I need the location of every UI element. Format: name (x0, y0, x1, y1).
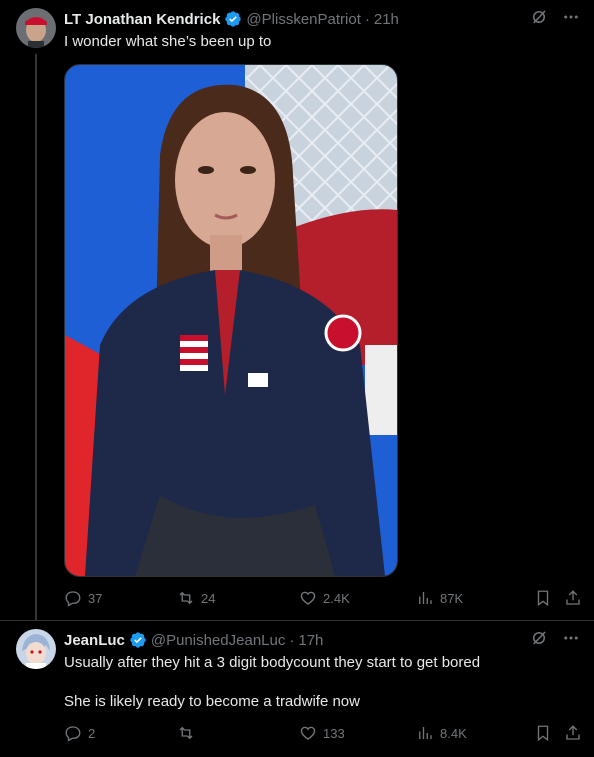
author-handle[interactable]: @PunishedJeanLuc (151, 632, 286, 649)
repost-icon (179, 591, 193, 605)
action-bar: 37 24 2.4K 87K (64, 589, 582, 611)
like-count: 133 (323, 725, 345, 741)
views-icon (419, 727, 432, 739)
tweet-text-line-2: She is likely ready to become a tradwife… (64, 693, 360, 710)
timestamp[interactable]: 21h (374, 11, 399, 28)
reply-count: 37 (88, 590, 103, 606)
more-icon[interactable] (562, 629, 580, 652)
separator-dot: · (289, 631, 295, 649)
views-button[interactable]: 8.4K (416, 724, 467, 742)
author-handle[interactable]: @PlisskenPatriot (246, 11, 360, 28)
separator-dot: · (364, 10, 370, 28)
tweet-header: LT Jonathan Kendrick @PlisskenPatriot · … (64, 9, 399, 29)
tweet-tools (530, 629, 580, 651)
share-icon (566, 725, 580, 740)
reply-icon (65, 591, 81, 607)
reply-button[interactable]: 2 (64, 724, 95, 742)
like-icon (300, 591, 316, 605)
bookmark-icon (537, 590, 549, 607)
photo-illustration (65, 65, 397, 576)
verified-badge-icon (129, 631, 147, 649)
repost-icon (179, 726, 193, 740)
reply-icon (65, 726, 81, 742)
tweet-2[interactable]: JeanLuc @PunishedJeanLuc · 17h Usually a… (0, 621, 594, 757)
bookmark-button[interactable] (534, 589, 552, 607)
avatar[interactable] (16, 629, 56, 669)
tweet-1[interactable]: LT Jonathan Kendrick @PlisskenPatriot · … (0, 0, 594, 620)
views-button[interactable]: 87K (416, 589, 463, 607)
tweet-header: JeanLuc @PunishedJeanLuc · 17h (64, 630, 323, 650)
repost-count: 24 (201, 590, 216, 606)
author-name[interactable]: JeanLuc (64, 632, 125, 649)
like-icon (300, 726, 316, 740)
tweet-tools (530, 8, 580, 30)
thread-line (35, 54, 37, 620)
like-button[interactable]: 133 (299, 724, 345, 742)
view-count: 87K (440, 590, 464, 606)
views-icon (419, 592, 432, 604)
bookmark-icon (537, 725, 549, 742)
grok-icon[interactable] (530, 629, 548, 652)
tweet-image[interactable] (64, 64, 398, 577)
reply-button[interactable]: 37 (64, 589, 102, 607)
reply-count: 2 (88, 725, 96, 741)
tweet-text-line-1: Usually after they hit a 3 digit bodycou… (64, 654, 481, 671)
view-count: 8.4K (440, 725, 467, 741)
repost-button[interactable]: 24 (177, 589, 215, 607)
action-bar: 2 133 8.4K (64, 724, 582, 746)
more-icon[interactable] (562, 8, 580, 31)
author-name[interactable]: LT Jonathan Kendrick (64, 11, 220, 28)
like-button[interactable]: 2.4K (299, 589, 350, 607)
grok-icon[interactable] (530, 8, 548, 31)
avatar[interactable] (16, 8, 56, 48)
tweet-text: I wonder what she’s been up to (64, 33, 272, 50)
timestamp[interactable]: 17h (298, 632, 323, 649)
bookmark-button[interactable] (534, 724, 552, 742)
repost-button[interactable] (177, 724, 201, 742)
like-count: 2.4K (323, 590, 350, 606)
share-button[interactable] (564, 724, 582, 742)
share-icon (566, 590, 580, 605)
verified-badge-icon (224, 10, 242, 28)
share-button[interactable] (564, 589, 582, 607)
